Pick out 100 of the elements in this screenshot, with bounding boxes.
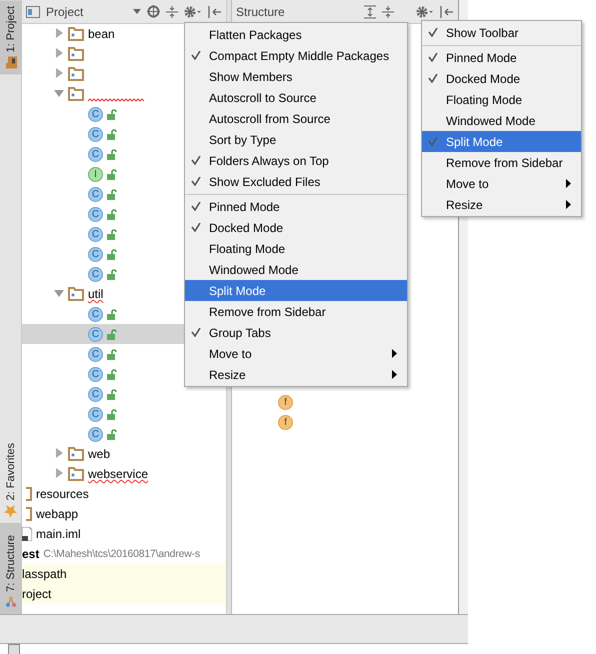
submenu-arrow-icon xyxy=(392,349,397,358)
menu-item[interactable]: Show Excluded Files xyxy=(185,171,407,192)
tree-item-label[interactable]: util xyxy=(88,287,104,301)
error-underline xyxy=(88,98,144,102)
menu-item[interactable]: Sort by Type xyxy=(185,129,407,150)
checkmark-icon xyxy=(191,51,201,60)
dropdown-caret-icon[interactable] xyxy=(133,9,141,14)
tree-item-label[interactable]: lasspath xyxy=(22,567,67,581)
unlocked-icon xyxy=(107,348,117,360)
hide-panel-icon[interactable] xyxy=(208,6,222,18)
menu-item[interactable]: Autoscroll from Source xyxy=(185,108,407,129)
class-icon: C xyxy=(88,126,103,142)
tree-item-label[interactable]: est xyxy=(22,547,40,561)
gear-icon[interactable] xyxy=(184,6,202,18)
tree-item-label[interactable]: main.iml xyxy=(36,527,81,541)
interface-icon: I xyxy=(88,166,103,182)
unlocked-icon xyxy=(107,188,117,200)
class-icon: C xyxy=(88,326,103,342)
unlocked-icon xyxy=(107,228,117,240)
checkmark-icon xyxy=(191,202,201,211)
tree-item-label[interactable]: web xyxy=(88,447,110,461)
menu-item[interactable]: Move to xyxy=(185,343,407,364)
menu-item[interactable]: Split Mode xyxy=(185,280,407,301)
tree-item-label[interactable]: bean xyxy=(88,27,115,41)
locate-icon[interactable] xyxy=(147,5,160,18)
unlocked-icon xyxy=(107,308,117,320)
unlocked-icon xyxy=(107,428,117,440)
unlocked-icon xyxy=(107,148,117,160)
menu-item[interactable]: Folders Always on Top xyxy=(185,150,407,171)
submenu-arrow-icon xyxy=(566,179,571,188)
menu-item[interactable]: Split Mode xyxy=(422,131,581,152)
panel-title: Structure xyxy=(236,4,285,18)
class-icon: C xyxy=(88,366,103,382)
menu-item[interactable]: Pinned Mode xyxy=(422,45,581,68)
expanded-arrow-icon[interactable] xyxy=(54,288,64,298)
unlocked-icon xyxy=(107,208,117,220)
class-icon: C xyxy=(88,206,103,222)
menu-item[interactable]: Floating Mode xyxy=(185,238,407,259)
checkmark-icon xyxy=(428,137,438,146)
collapse-all-icon[interactable] xyxy=(166,6,178,18)
unlocked-icon xyxy=(107,128,117,140)
tree-item-label[interactable]: webapp xyxy=(36,507,78,521)
menu-item[interactable]: Docked Mode xyxy=(185,217,407,238)
checkmark-icon xyxy=(191,328,201,337)
checkmark-icon xyxy=(191,223,201,232)
hide-panel-icon[interactable] xyxy=(440,6,454,18)
module-path: C:\Mahesh\tcs\20160817\andrew-s xyxy=(43,548,200,560)
checkmark-icon xyxy=(191,156,201,165)
class-icon: C xyxy=(88,246,103,262)
unlocked-icon xyxy=(107,168,117,180)
expanded-arrow-icon[interactable] xyxy=(54,88,64,98)
menu-item[interactable]: Move to xyxy=(422,173,581,194)
checkbox[interactable] xyxy=(8,644,20,654)
menu-item[interactable]: Show Toolbar xyxy=(422,22,581,43)
menu-item[interactable]: Windowed Mode xyxy=(185,259,407,280)
tree-item-label[interactable]: roject xyxy=(22,587,52,601)
submenu-arrow-icon xyxy=(566,200,571,209)
checkmark-icon xyxy=(428,53,438,62)
tree-item-label[interactable]: webservice xyxy=(88,467,148,481)
class-icon: C xyxy=(88,146,103,162)
side-tab[interactable]: 2: Favorites xyxy=(0,436,22,524)
star-icon xyxy=(4,504,18,518)
checkmark-icon xyxy=(191,177,201,186)
class-icon: C xyxy=(88,426,103,442)
class-icon: C xyxy=(88,186,103,202)
side-tab[interactable]: 1: Project xyxy=(0,0,22,74)
menu-item[interactable]: Group Tabs xyxy=(185,322,407,343)
menu-item[interactable]: Docked Mode xyxy=(422,68,581,89)
unlocked-icon xyxy=(107,268,117,280)
menu-item[interactable]: Resize xyxy=(185,364,407,385)
menu-item[interactable]: Remove from Sidebar xyxy=(422,152,581,173)
unlocked-icon xyxy=(107,368,117,380)
class-icon: C xyxy=(88,106,103,122)
view-selector[interactable]: Project xyxy=(46,4,84,18)
menu-item[interactable]: Autoscroll to Source xyxy=(185,87,407,108)
collapse-all-icon[interactable] xyxy=(382,6,394,18)
class-icon: C xyxy=(88,226,103,242)
menu-item[interactable]: Compact Empty Middle Packages xyxy=(185,45,407,66)
side-tab[interactable]: 7: Structure xyxy=(0,523,22,614)
class-icon: C xyxy=(88,346,103,362)
expand-all-icon[interactable] xyxy=(364,4,376,18)
gear-icon[interactable] xyxy=(416,6,434,18)
menu-item[interactable]: Resize xyxy=(422,194,581,215)
menu-item[interactable]: Flatten Packages xyxy=(185,24,407,45)
checkmark-icon xyxy=(428,74,438,83)
submenu-arrow-icon xyxy=(392,370,397,379)
menu-item[interactable]: Floating Mode xyxy=(422,89,581,110)
menu-item[interactable]: Windowed Mode xyxy=(422,110,581,131)
checkmark-icon xyxy=(428,28,438,37)
tree-item-label[interactable]: resources xyxy=(36,487,89,501)
menu-item[interactable]: Remove from Sidebar xyxy=(185,301,407,322)
unlocked-icon xyxy=(107,408,117,420)
unlocked-icon xyxy=(107,388,117,400)
field-icon: f xyxy=(278,414,293,430)
class-icon: C xyxy=(88,386,103,402)
menu-item[interactable]: Show Members xyxy=(185,66,407,87)
menu-item[interactable]: Pinned Mode xyxy=(185,194,407,217)
panel-view-icon xyxy=(26,6,40,18)
class-icon: C xyxy=(88,266,103,282)
class-icon: C xyxy=(88,406,103,422)
